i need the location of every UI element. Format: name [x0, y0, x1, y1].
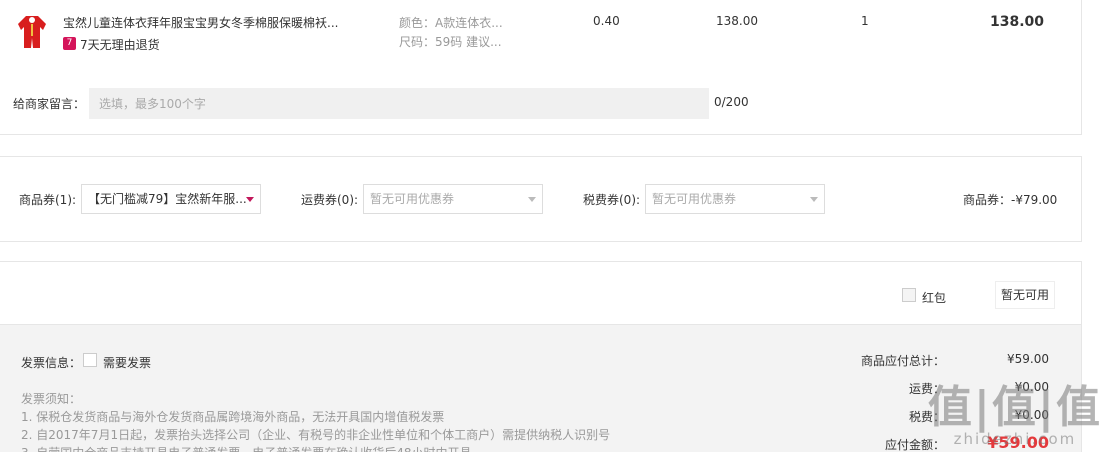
goods-coupon-value: 【无门槛减79】宝然新年服...: [88, 192, 247, 206]
dropdown-arrow-icon: [246, 197, 254, 202]
invoice-note-item: 2. 自2017年7月1日起，发票抬头选择公司（企业、有税号的非企业性单位和个体…: [21, 428, 611, 442]
invoice-notes: 发票须知： 1. 保税仓发货商品与海外仓发货商品属跨境海外商品，无法开具国内增值…: [21, 390, 610, 452]
watermark-logo: 值|值|值 zhidezhi.com: [927, 382, 1102, 449]
invoice-label: 发票信息：: [21, 356, 82, 370]
summary-goods-total-label: 商品应付总计：: [860, 354, 945, 368]
goods-coupon-select[interactable]: 【无门槛减79】宝然新年服...: [81, 184, 261, 214]
summary-goods-total: 商品应付总计： ¥59.00: [839, 352, 1049, 372]
product-attr-size: 尺码：59码 建议...: [399, 35, 502, 49]
tax-coupon-label: 税费券(0):: [583, 193, 641, 207]
shipping-coupon-label: 运费券(0):: [301, 193, 359, 207]
message-input[interactable]: [89, 88, 709, 119]
tax-coupon-select[interactable]: 暂无可用优惠券: [645, 184, 825, 214]
product-title[interactable]: 宝然儿童连体衣拜年服宝宝男女冬季棉服保暖棉袄...: [63, 14, 338, 31]
invoice-checkbox-label[interactable]: 需要发票: [103, 354, 151, 371]
tax-coupon-value: 暂无可用优惠券: [652, 192, 737, 206]
product-price: 138.00: [716, 14, 758, 28]
summary-goods-total-value: ¥59.00: [1007, 352, 1049, 366]
coupon-row: 商品券(1): 【无门槛减79】宝然新年服... 运费券(0): 暂无可用优惠券…: [0, 156, 1082, 242]
redpacket-label: 红包: [922, 291, 947, 305]
goods-coupon-label: 商品券(1):: [19, 193, 77, 207]
invoice-notes-title: 发票须知：: [21, 392, 82, 406]
product-thumbnail[interactable]: [17, 14, 47, 50]
dropdown-arrow-icon: [528, 197, 536, 202]
message-count: 0/200: [714, 95, 749, 109]
invoice-checkbox[interactable]: [83, 353, 97, 367]
invoice-note-item: 1. 保税仓发货商品与海外仓发货商品属跨境海外商品，无法开具国内增值税发票: [21, 410, 445, 424]
shipping-coupon-value: 暂无可用优惠券: [370, 192, 455, 206]
product-row: 宝然儿童连体衣拜年服宝宝男女冬季棉服保暖棉袄... 7 7天无理由退货 颜色：A…: [0, 0, 1082, 72]
redpacket-button[interactable]: 暂无可用: [995, 281, 1055, 309]
redpacket-row: 红包 暂无可用: [0, 261, 1082, 331]
invoice-note-item: 3. 自营国内仓商品支持开具电子普通发票，电子普通发票在确认收货后48小时内开具: [21, 444, 610, 452]
product-weight: 0.40: [593, 14, 620, 28]
redpacket-checkbox[interactable]: [902, 288, 916, 302]
product-subtotal: 138.00: [990, 14, 1045, 30]
product-qty: 1: [861, 14, 869, 28]
dropdown-arrow-icon: [810, 197, 818, 202]
message-label: 给商家留言：: [13, 97, 86, 111]
watermark-url: zhidezhi.com: [953, 430, 1077, 448]
shipping-coupon-select[interactable]: 暂无可用优惠券: [363, 184, 543, 214]
order-summary: 发票信息： 需要发票 发票须知： 1. 保税仓发货商品与海外仓发货商品属跨境海外…: [0, 324, 1082, 452]
return-policy: 7天无理由退货: [80, 38, 160, 52]
message-row: 给商家留言： 0/200: [0, 70, 1082, 135]
watermark-logo-text: 值|值|值: [927, 382, 1102, 433]
return-badge-icon: 7: [63, 37, 76, 50]
coupon-discount: 商品券：-¥79.00: [963, 193, 1058, 207]
product-attr-color: 颜色：A款连体衣...: [399, 16, 503, 30]
